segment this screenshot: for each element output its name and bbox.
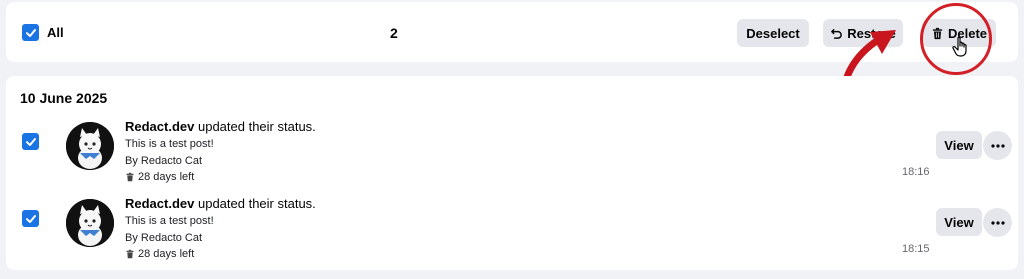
select-all-checkbox[interactable] xyxy=(22,24,39,41)
activity-list: 10 June 2025 Redact.dev updated their st… xyxy=(6,76,1018,270)
cat-avatar-icon xyxy=(66,199,114,247)
list-item: Redact.dev updated their status. This is… xyxy=(6,116,1018,183)
list-item: Redact.dev updated their status. This is… xyxy=(6,193,1018,260)
item-days-left: 28 days left xyxy=(125,248,194,260)
item-time: 18:16 xyxy=(902,166,930,178)
deselect-label: Deselect xyxy=(746,25,800,41)
more-options-button[interactable] xyxy=(983,208,1012,237)
days-left-label: 28 days left xyxy=(138,248,195,260)
select-all-label: All xyxy=(47,25,64,40)
cat-avatar-icon xyxy=(66,122,114,170)
item-time: 18:15 xyxy=(902,243,930,255)
item-byline: By Redacto Cat xyxy=(125,232,203,244)
trash-icon xyxy=(126,172,134,182)
trash-icon xyxy=(126,249,134,259)
item-action: updated their status. xyxy=(194,119,316,134)
check-icon xyxy=(25,214,36,223)
view-button[interactable]: View xyxy=(936,131,982,159)
item-checkbox[interactable] xyxy=(22,210,39,227)
item-text: This is a test post! xyxy=(125,215,214,227)
item-author-name[interactable]: Redact.dev xyxy=(125,119,194,134)
check-icon xyxy=(25,137,36,146)
more-icon xyxy=(990,143,1005,148)
item-text: This is a test post! xyxy=(125,138,214,150)
item-checkbox[interactable] xyxy=(22,133,39,150)
view-button[interactable]: View xyxy=(936,208,982,236)
item-byline: By Redacto Cat xyxy=(125,155,203,167)
avatar xyxy=(66,122,114,170)
days-left-label: 28 days left xyxy=(138,171,195,183)
more-options-button[interactable] xyxy=(983,131,1012,160)
hand-cursor-icon xyxy=(952,36,967,57)
date-heading: 10 June 2025 xyxy=(20,90,108,106)
more-icon xyxy=(990,220,1005,225)
selected-count: 2 xyxy=(390,25,398,41)
view-label: View xyxy=(944,214,974,230)
item-action: updated their status. xyxy=(194,196,316,211)
item-days-left: 28 days left xyxy=(125,171,194,183)
deselect-button[interactable]: Deselect xyxy=(737,19,809,47)
item-title: Redact.dev updated their status. xyxy=(125,196,316,211)
avatar xyxy=(66,199,114,247)
view-label: View xyxy=(944,137,974,153)
check-icon xyxy=(25,28,36,37)
item-title: Redact.dev updated their status. xyxy=(125,119,316,134)
item-author-name[interactable]: Redact.dev xyxy=(125,196,194,211)
